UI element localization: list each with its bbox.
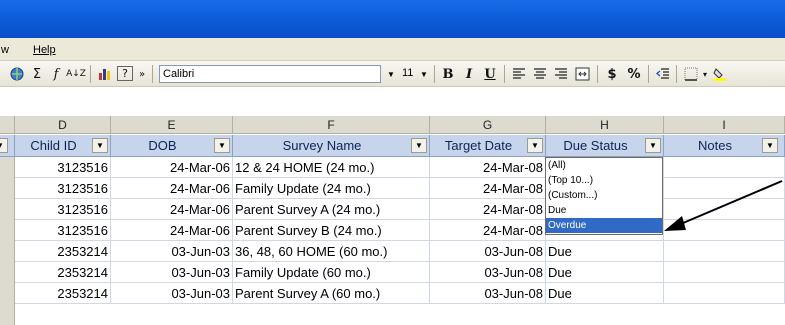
annotation-arrow	[664, 180, 783, 231]
